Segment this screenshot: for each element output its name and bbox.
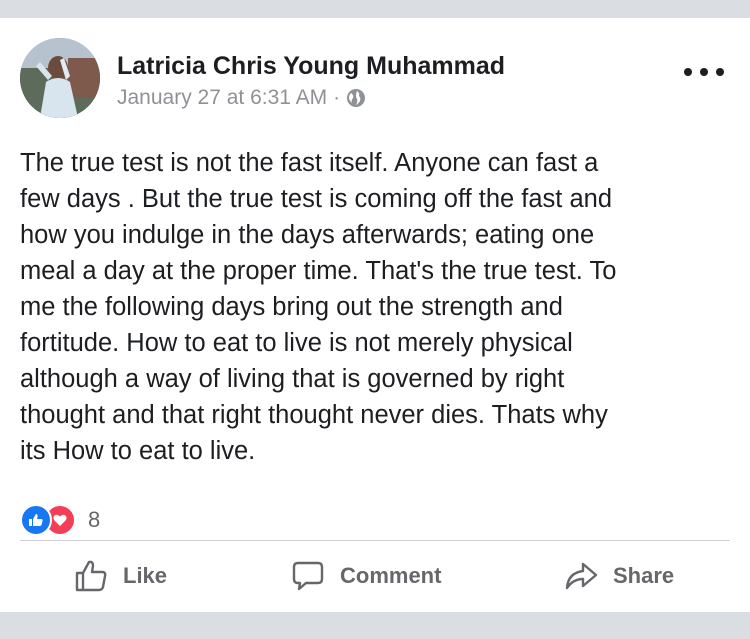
post-text-line: meal a day at the proper time. That's th… xyxy=(20,257,617,285)
post-body: The true test is not the fast itself. An… xyxy=(20,145,732,469)
post-text-line: The true test is not the fast itself. An… xyxy=(20,149,599,177)
more-dot-icon xyxy=(684,68,692,76)
action-divider xyxy=(20,540,730,541)
comment-button[interactable]: Comment xyxy=(290,558,441,594)
feed-background-top xyxy=(0,0,750,18)
meta-separator: · xyxy=(333,86,341,109)
share-label: Share xyxy=(613,563,675,588)
feed-background-bottom xyxy=(0,612,750,639)
globe-icon[interactable] xyxy=(346,88,366,108)
author-avatar[interactable] xyxy=(20,38,100,118)
like-label: Like xyxy=(123,563,168,588)
post-text-line: few days . But the true test is coming o… xyxy=(20,185,613,213)
thumbs-up-icon xyxy=(75,560,107,592)
post-text-line: its How to eat to live. xyxy=(20,437,256,465)
post-text-line: me the following days bring out the stre… xyxy=(20,293,563,321)
post-text-line: how you indulge in the days afterwards; … xyxy=(20,221,595,249)
like-button[interactable]: Like xyxy=(73,558,167,594)
post-card: Latricia Chris Young Muhammad January 27… xyxy=(0,18,750,612)
comment-label: Comment xyxy=(340,563,442,588)
post-text-line: although a way of living that is governe… xyxy=(20,365,565,393)
post-text-line: fortitude. How to eat to live is not mer… xyxy=(20,329,573,357)
reaction-count: 8 xyxy=(88,507,101,532)
share-arrow-icon xyxy=(565,562,598,590)
comment-bubble-icon xyxy=(292,561,324,591)
more-options-button[interactable] xyxy=(684,62,724,82)
post-text-line: thought and that right thought never die… xyxy=(20,401,608,429)
author-name[interactable]: Latricia Chris Young Muhammad xyxy=(117,52,505,81)
post-timestamp[interactable]: January 27 at 6:31 AM xyxy=(117,86,327,110)
more-dot-icon xyxy=(700,68,708,76)
reactions-summary[interactable]: 8 xyxy=(20,504,100,536)
post-meta: January 27 at 6:31 AM · xyxy=(117,86,366,110)
more-dot-icon xyxy=(716,68,724,76)
like-icon xyxy=(20,504,52,536)
share-button[interactable]: Share xyxy=(563,558,674,594)
